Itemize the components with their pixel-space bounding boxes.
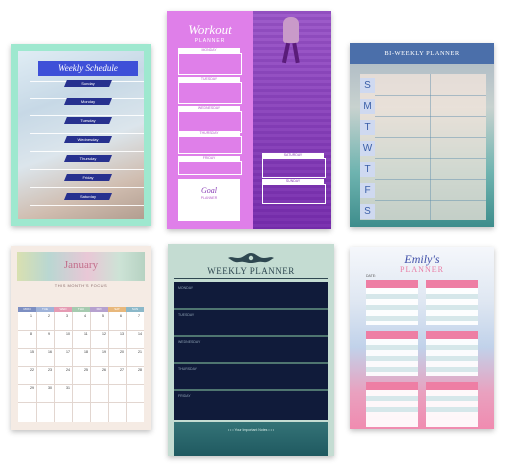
calendar-day-number: 4 <box>84 314 86 318</box>
calendar-day-number: 25 <box>84 368 88 372</box>
calendar-day-number: 28 <box>138 368 142 372</box>
workout-planner-subtitle: PLANNER <box>194 38 226 44</box>
day-letter: S <box>360 204 375 219</box>
calendar-day-number: 20 <box>120 350 124 354</box>
calendar-day-number: 11 <box>84 332 88 336</box>
calendar-day-number: 22 <box>30 368 34 372</box>
weekday-header: SUN <box>126 307 144 312</box>
calendar-day-number: 2 <box>48 314 50 318</box>
calendar-day-number: 24 <box>66 368 70 372</box>
calendar-day-number: 19 <box>102 350 106 354</box>
day-letter: F <box>360 183 375 198</box>
calendar-day-number: 27 <box>120 368 124 372</box>
day-letter: T <box>360 120 375 135</box>
calendar-day-number: 29 <box>30 386 34 390</box>
weekly-schedule-day: Thursday <box>64 155 112 162</box>
weekly-schedule-day: Wednesday <box>64 136 112 143</box>
goal-title: Goal <box>201 186 217 195</box>
weekly-planner-template[interactable]: WEEKLY PLANNER MONDAY TUESDAY WEDNESDAY … <box>168 244 334 456</box>
emily-planner-title: PLANNER <box>400 265 444 274</box>
weekly-planner-days-panel <box>174 282 328 420</box>
weekly-planner-day: MONDAY <box>178 286 194 290</box>
weekly-planner-day: WEDNESDAY <box>178 340 201 344</box>
goal-box: Goal PLANNER <box>178 179 240 221</box>
notes-label: • • • Your Important Notes • • • <box>227 428 275 432</box>
day-letter: W <box>360 141 375 156</box>
weekly-schedule-day: Saturday <box>64 193 112 200</box>
date-label: DATE: <box>366 274 377 278</box>
january-calendar-template[interactable]: January THIS MONTH'S FOCUS MON TUE WED THU F… <box>11 246 151 430</box>
biweekly-planner-title: BI-WEEKLY PLANNER <box>350 43 494 64</box>
weekday-header: FRI <box>90 307 108 312</box>
workout-planner-template[interactable]: Workout PLANNER MONDAY TUESDAY WEDNESDAY… <box>167 11 331 229</box>
weekly-planner-title: WEEKLY PLANNER <box>207 266 295 276</box>
weekly-schedule-template[interactable]: Weekly Schedule Sunday Monday Tuesday We… <box>11 44 151 226</box>
weekday-header: TUE <box>36 307 54 312</box>
calendar-day-number: 7 <box>138 314 140 318</box>
calendar-day-number: 5 <box>102 314 104 318</box>
workout-planner-title: Workout <box>188 22 232 37</box>
calendar-day-number: 16 <box>48 350 52 354</box>
calendar-day-number: 17 <box>66 350 70 354</box>
calendar-day-number: 10 <box>66 332 70 336</box>
calendar-day-number: 31 <box>66 386 70 390</box>
calendar-day-number: 30 <box>48 386 52 390</box>
day-letter: M <box>360 99 375 114</box>
calendar-day-number: 14 <box>138 332 142 336</box>
weekly-schedule-background-photo: Weekly Schedule Sunday Monday Tuesday We… <box>18 51 144 219</box>
day-letter: S <box>360 78 375 93</box>
weekly-schedule-day: Friday <box>64 174 112 181</box>
ornament-icon <box>228 253 274 263</box>
weekday-header: WED <box>54 307 72 312</box>
calendar-day-number: 1 <box>30 314 32 318</box>
calendar-day-number: 8 <box>30 332 32 336</box>
calendar-day-number: 15 <box>30 350 34 354</box>
calendar-day-number: 3 <box>66 314 68 318</box>
biweekly-planner-template[interactable]: BI-WEEKLY PLANNER S M T W T F S <box>350 43 494 227</box>
weekly-planner-day: THURSDAY <box>178 367 197 371</box>
weekday-header: MON <box>18 307 36 312</box>
weekly-planner-day: TUESDAY <box>178 313 195 317</box>
emily-planner-template[interactable]: Emily's PLANNER DATE: <box>350 247 494 429</box>
weekly-schedule-day: Sunday <box>64 80 112 87</box>
calendar-day-number: 9 <box>48 332 50 336</box>
calendar-day-number: 26 <box>102 368 106 372</box>
weekday-header: THU <box>72 307 90 312</box>
weekly-planner-day: FRIDAY <box>178 394 191 398</box>
goal-subtitle: PLANNER <box>200 196 218 200</box>
calendar-day-number: 6 <box>120 314 122 318</box>
weekday-header: SAT <box>108 307 126 312</box>
weekly-schedule-day: Tuesday <box>64 117 112 124</box>
calendar-day-number: 12 <box>102 332 106 336</box>
calendar-day-number: 21 <box>138 350 142 354</box>
day-letter: T <box>360 162 375 177</box>
calendar-day-number: 23 <box>48 368 52 372</box>
weekly-schedule-day: Monday <box>64 98 112 105</box>
calendar-day-number: 18 <box>84 350 88 354</box>
calendar-day-number: 13 <box>120 332 124 336</box>
weekly-schedule-title: Weekly Schedule <box>38 61 138 76</box>
calendar-subtitle: THIS MONTH'S FOCUS <box>54 283 108 288</box>
calendar-month: January <box>63 259 99 271</box>
